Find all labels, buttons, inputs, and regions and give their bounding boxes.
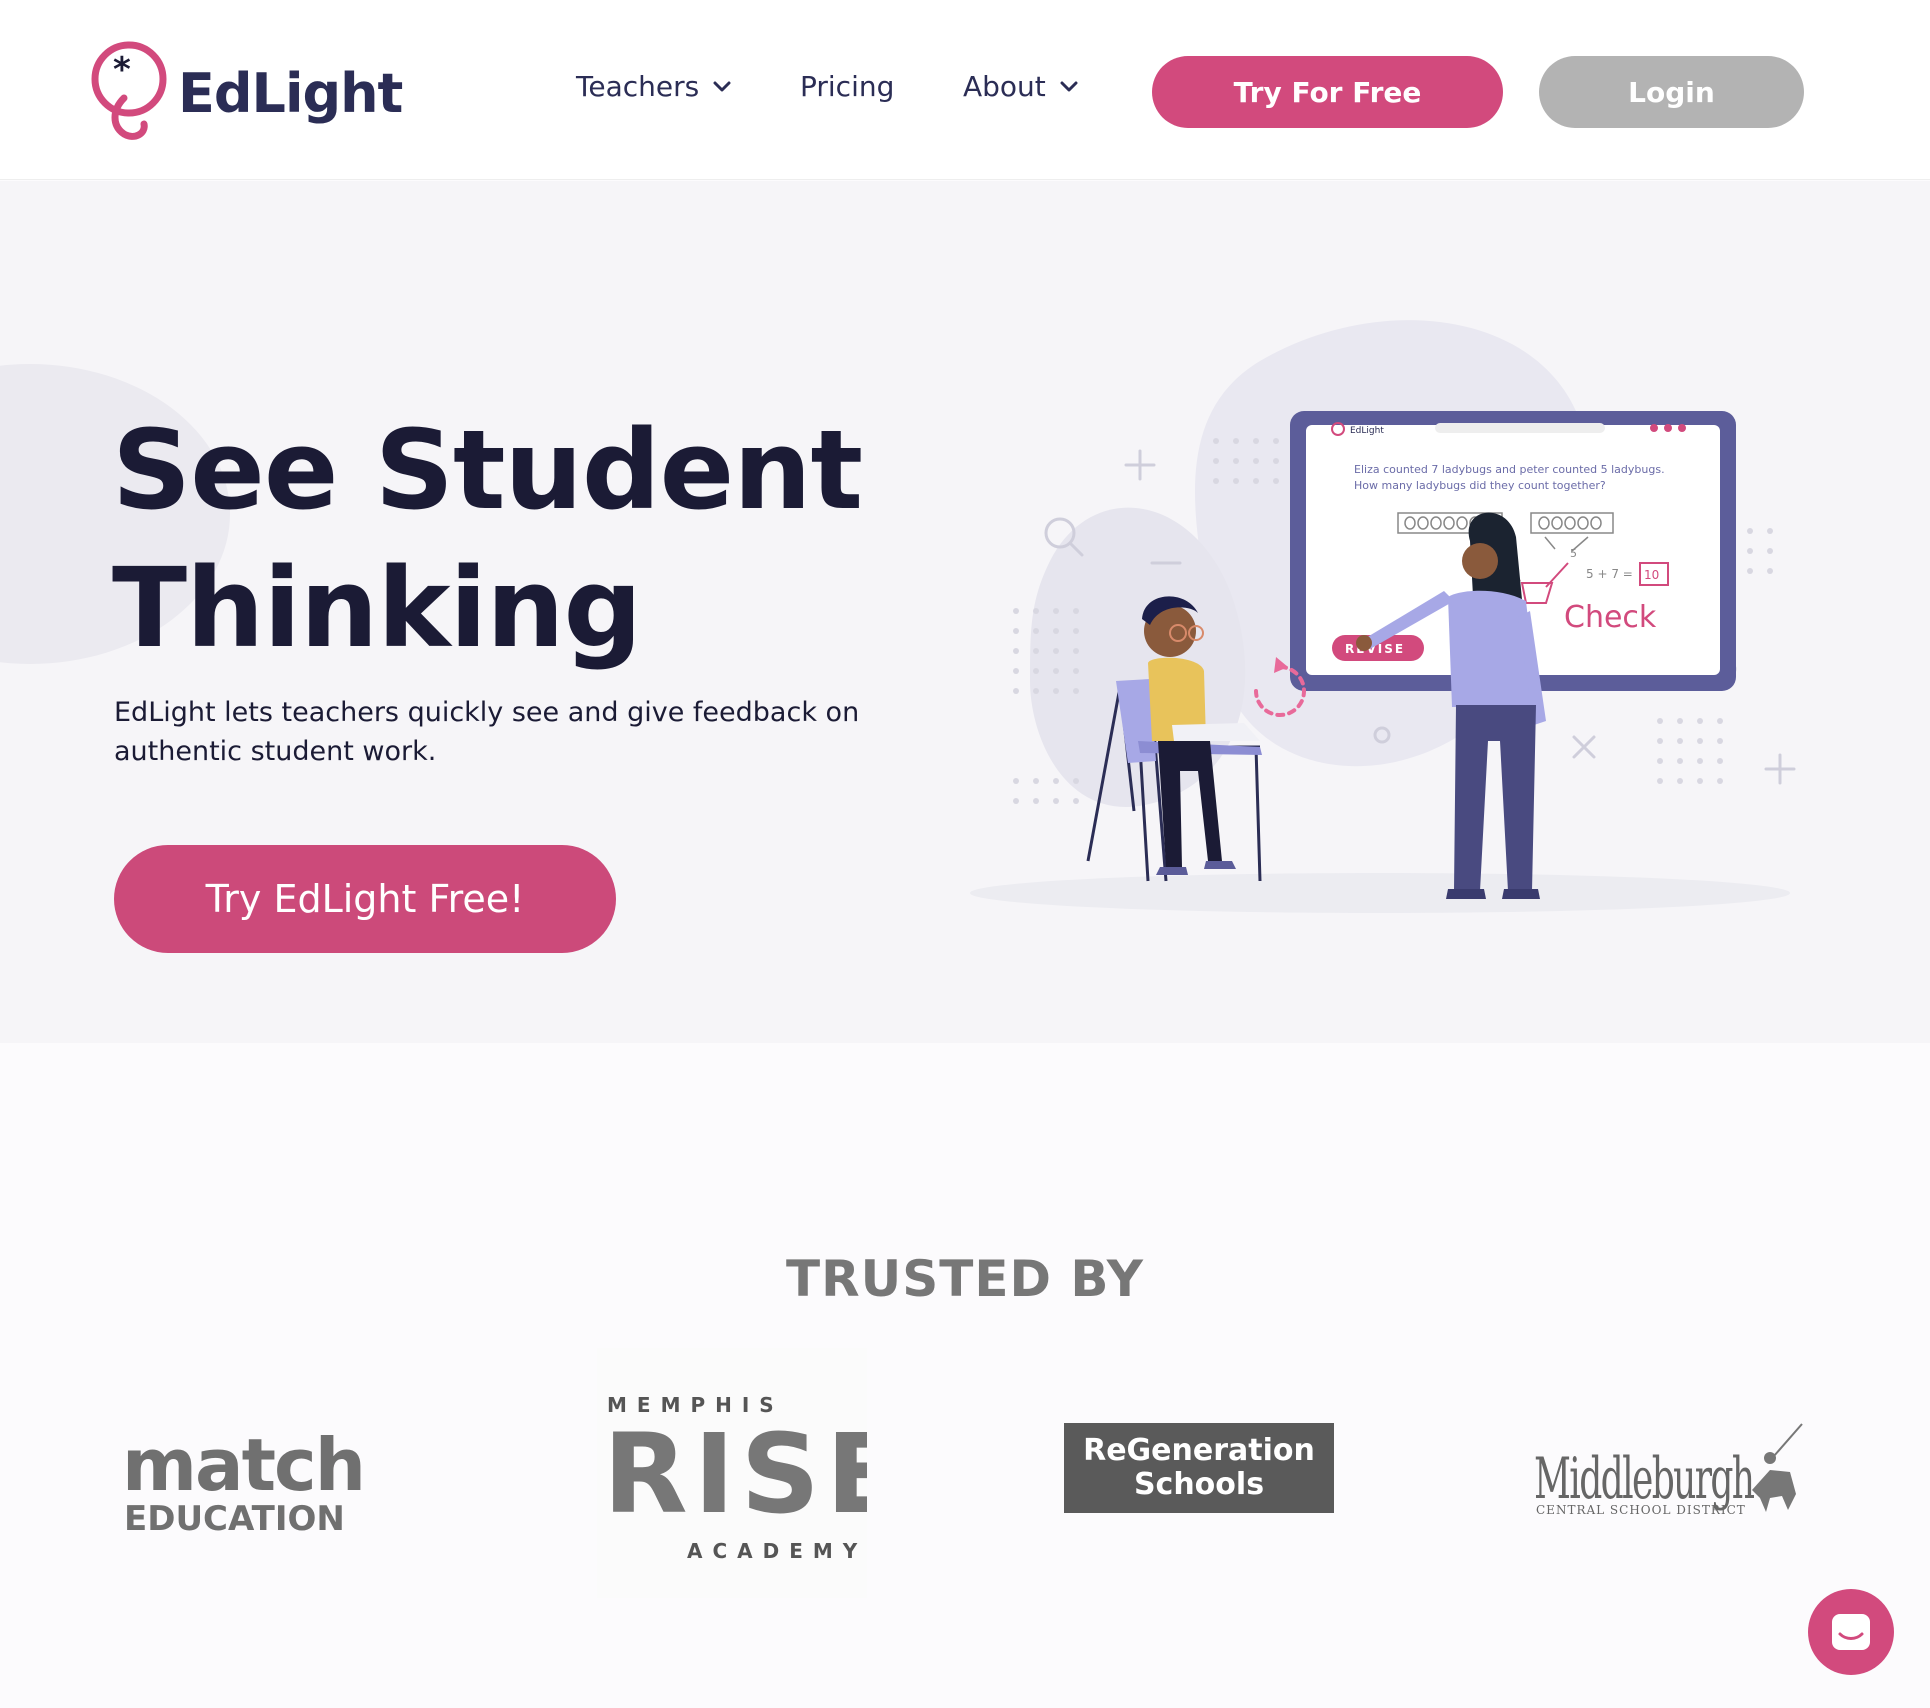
try-edlight-free-button[interactable]: Try EdLight Free! — [114, 845, 616, 953]
nav-about[interactable]: About — [963, 70, 1078, 103]
try-for-free-button[interactable]: Try For Free — [1152, 56, 1503, 128]
regeneration-schools-logo: ReGeneration Schools — [1064, 1423, 1334, 1513]
chevron-down-icon — [713, 81, 731, 91]
tablet-problem-line2: How many ladybugs did they count togethe… — [1354, 479, 1606, 492]
hero-title-line2: Thinking — [112, 544, 642, 672]
rise-logo-bottom: ACADEMY — [687, 1539, 867, 1563]
chevron-down-icon — [1060, 81, 1078, 91]
tablet-answer: 10 — [1644, 568, 1659, 582]
tablet-five: 5 — [1570, 547, 1577, 560]
chat-launcher-button[interactable] — [1808, 1589, 1894, 1675]
hero-subtitle: EdLight lets teachers quickly see and gi… — [114, 697, 860, 767]
match-logo-sub: EDUCATION — [124, 1499, 345, 1539]
middleburgh-logo-sub: CENTRAL SCHOOL DISTRICT — [1536, 1503, 1746, 1517]
brand-logo[interactable]: * EdLight — [88, 38, 403, 148]
site-header: * EdLight Teachers Pricing About Try For… — [0, 0, 1930, 180]
knight-icon — [1752, 1423, 1803, 1512]
svg-text:*: * — [113, 50, 131, 90]
hero-title: See Student Thinking — [112, 401, 863, 677]
chat-icon — [1832, 1614, 1870, 1650]
match-education-logo: match EDUCATION — [122, 1423, 366, 1539]
trusted-by-heading: TRUSTED BY — [786, 1250, 1144, 1308]
tablet-equation: 5 + 7 = — [1586, 567, 1633, 581]
rise-logo-main: RISE — [603, 1410, 867, 1538]
hero-illustration: EdLight Eliza counted 7 ladybugs and pet… — [970, 320, 1796, 913]
partner-logos: match EDUCATION MEMPHIS RISE ACADEMY ReG… — [0, 1340, 1930, 1600]
edlight-logo-icon: * — [91, 41, 167, 140]
memphis-rise-academy-logo: MEMPHIS RISE ACADEMY — [597, 1348, 867, 1598]
nav-pricing-label: Pricing — [800, 70, 895, 103]
regen-logo-line1: ReGeneration — [1083, 1433, 1315, 1468]
middleburgh-csd-logo: Middleburgh CENTRAL SCHOOL DISTRICT — [1534, 1423, 1803, 1517]
nav-teachers-label: Teachers — [576, 70, 700, 103]
login-button[interactable]: Login — [1539, 56, 1804, 128]
tablet-problem-line1: Eliza counted 7 ladybugs and peter count… — [1354, 463, 1665, 476]
nav-pricing[interactable]: Pricing — [800, 70, 894, 103]
tablet-check-word: Check — [1564, 600, 1657, 635]
nav-teachers[interactable]: Teachers — [576, 70, 731, 103]
hero-section: See Student Thinking EdLight lets teache… — [0, 181, 1930, 1043]
brand-name: EdLight — [178, 61, 403, 125]
regen-logo-line2: Schools — [1133, 1467, 1265, 1502]
match-logo-word: match — [122, 1423, 364, 1507]
nav-about-label: About — [963, 70, 1046, 103]
tablet-brand: EdLight — [1350, 426, 1384, 436]
hero-title-line1: See Student — [112, 406, 863, 534]
